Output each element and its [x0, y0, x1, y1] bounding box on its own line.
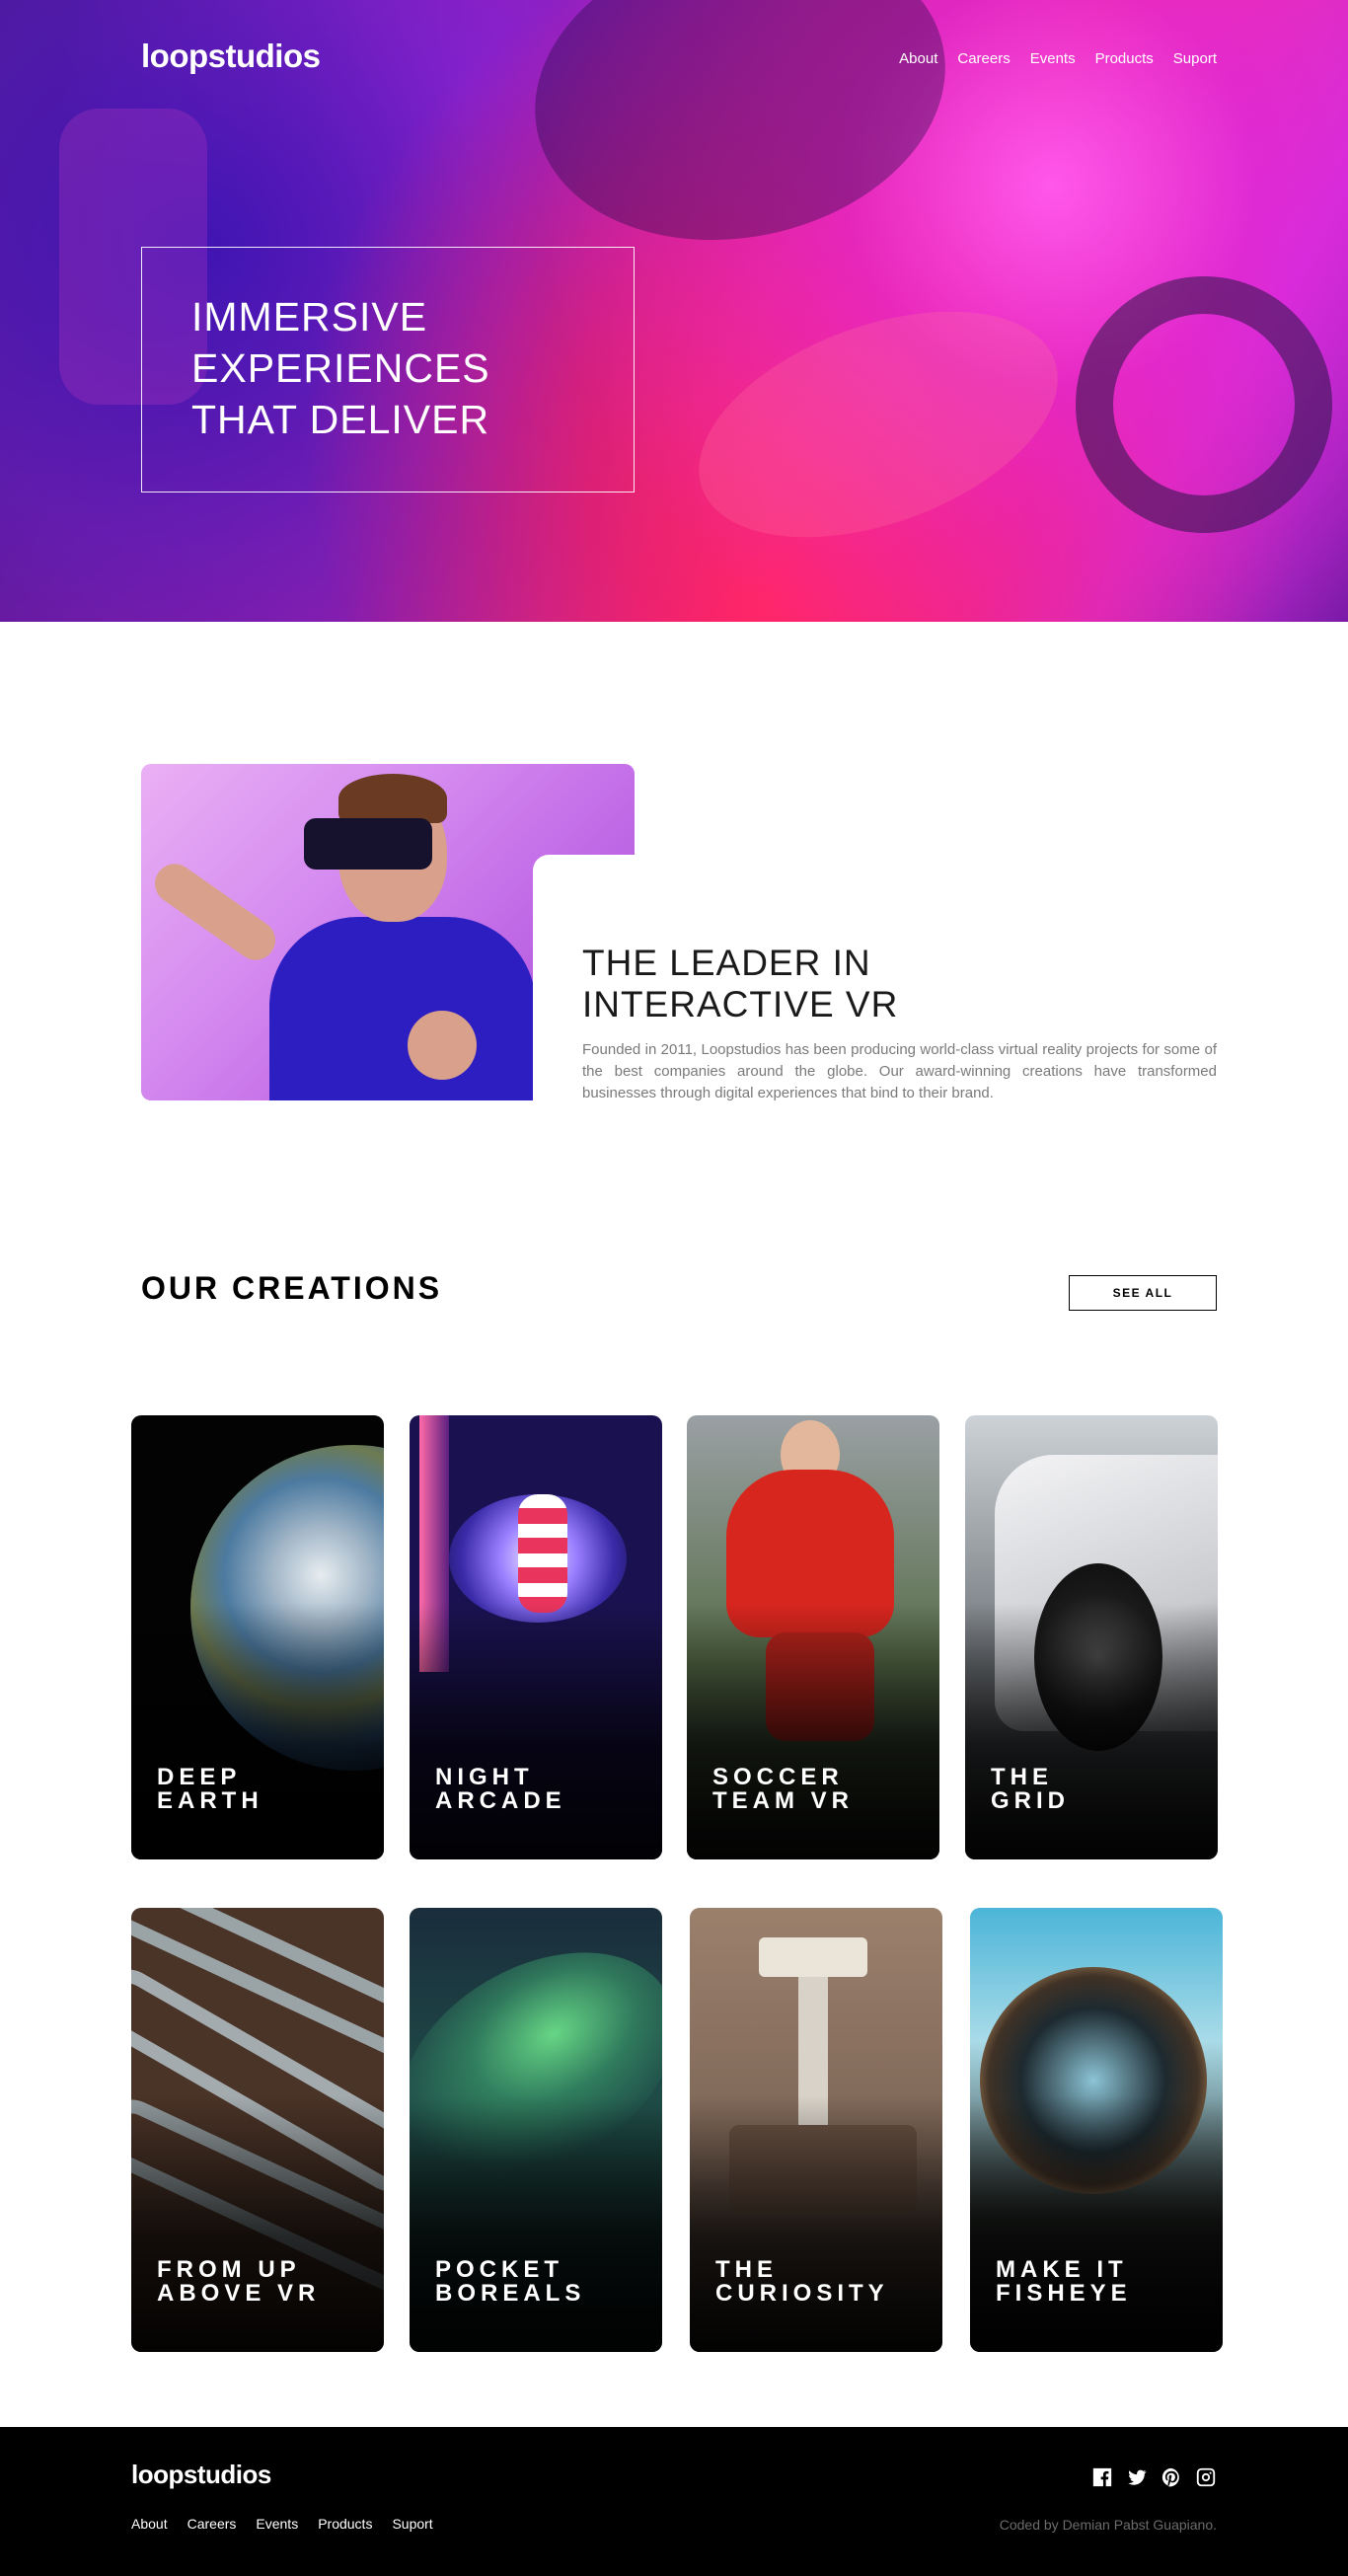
- creation-card-pocket-boreals[interactable]: POCKET BOREALS: [410, 1908, 662, 2352]
- creation-card-from-up-above-vr[interactable]: FROM UP ABOVE VR: [131, 1908, 384, 2352]
- nav-item-careers[interactable]: Careers: [957, 50, 1010, 67]
- hero-bg-shape: [668, 267, 1088, 581]
- footer-nav-events[interactable]: Events: [256, 2516, 298, 2532]
- intro-title: THE LEADER IN INTERACTIVE VR: [582, 943, 1076, 1025]
- nav-item-events[interactable]: Events: [1030, 50, 1076, 67]
- hero-bg-shape: [506, 0, 974, 277]
- nav-item-about[interactable]: About: [899, 50, 937, 67]
- hero-headline-line: THAT DELIVER: [191, 397, 490, 442]
- creations-title: OUR CREATIONS: [141, 1270, 443, 1306]
- creation-card-label: SOCCER TEAM VR: [712, 1764, 854, 1814]
- creation-card-the-curiosity[interactable]: THE CURIOSITY: [690, 1908, 942, 2352]
- footer-nav-products[interactable]: Products: [318, 2516, 372, 2532]
- creation-card-label: THE CURIOSITY: [715, 2256, 889, 2307]
- creation-card-label: FROM UP ABOVE VR: [157, 2256, 321, 2307]
- instagram-icon[interactable]: [1195, 2466, 1217, 2488]
- intro-title-line: THE LEADER IN: [582, 943, 871, 983]
- social-links: [1091, 2466, 1217, 2488]
- intro-title-line: INTERACTIVE VR: [582, 984, 899, 1024]
- footer-credit: Coded by Demian Pabst Guapiano.: [999, 2517, 1217, 2533]
- creation-card-deep-earth[interactable]: DEEP EARTH: [131, 1415, 384, 1859]
- creation-card-label: NIGHT ARCADE: [435, 1764, 566, 1814]
- facebook-icon[interactable]: [1091, 2466, 1113, 2488]
- hero-headline-box: IMMERSIVE EXPERIENCES THAT DELIVER: [141, 247, 635, 492]
- see-all-button[interactable]: SEE ALL: [1069, 1275, 1217, 1311]
- creation-card-the-grid[interactable]: THE GRID: [965, 1415, 1218, 1859]
- footer-nav: About Careers Events Products Suport: [131, 2516, 433, 2532]
- footer-nav-careers[interactable]: Careers: [187, 2516, 237, 2532]
- creation-card-label: MAKE IT FISHEYE: [996, 2256, 1132, 2307]
- creation-card-label: DEEP EARTH: [157, 1764, 263, 1814]
- footer-nav-suport[interactable]: Suport: [392, 2516, 432, 2532]
- creation-card-label: POCKET BOREALS: [435, 2256, 586, 2307]
- twitter-icon[interactable]: [1126, 2466, 1148, 2488]
- creation-card-night-arcade[interactable]: NIGHT ARCADE: [410, 1415, 662, 1859]
- footer-logo[interactable]: loopstudios: [131, 2460, 271, 2490]
- nav-item-products[interactable]: Products: [1095, 50, 1154, 67]
- creation-card-soccer-team-vr[interactable]: SOCCER TEAM VR: [687, 1415, 939, 1859]
- nav-item-suport[interactable]: Suport: [1173, 50, 1217, 67]
- footer: [0, 2427, 1348, 2576]
- hero-headline-line: EXPERIENCES: [191, 345, 490, 391]
- hero-bg-shape: [1076, 276, 1332, 533]
- creation-card-label: THE GRID: [991, 1764, 1070, 1814]
- intro-text: Founded in 2011, Loopstudios has been pr…: [582, 1041, 1217, 1101]
- hero-headline-line: IMMERSIVE: [191, 294, 428, 340]
- header-logo[interactable]: loopstudios: [141, 38, 321, 75]
- header-nav: About Careers Events Products Suport: [899, 50, 1217, 67]
- footer-nav-about[interactable]: About: [131, 2516, 168, 2532]
- pinterest-icon[interactable]: [1161, 2466, 1182, 2488]
- creation-card-make-it-fisheye[interactable]: MAKE IT FISHEYE: [970, 1908, 1223, 2352]
